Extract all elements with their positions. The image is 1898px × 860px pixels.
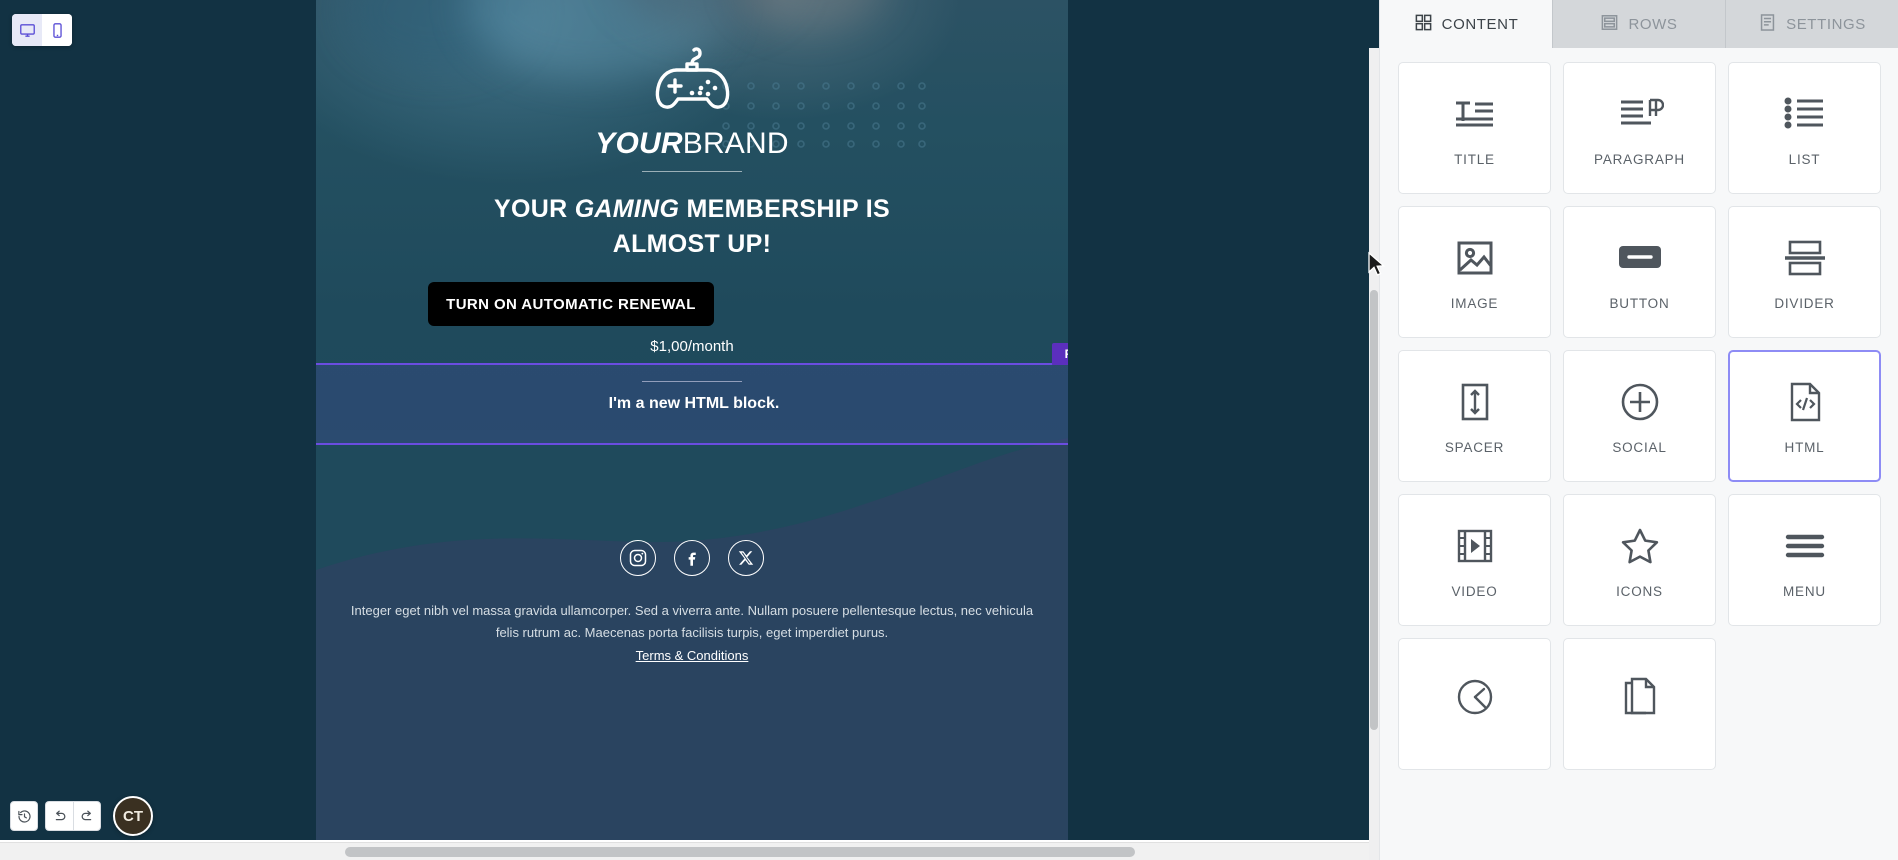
content-blocks-scroll-area: TITLE PARAGRAPH LIST IMAGE BUTTON DIVIDE… [1380, 48, 1898, 860]
rows-layout-icon [1600, 13, 1619, 36]
block-label: HTML [1784, 439, 1825, 455]
pages-stack-icon [1620, 673, 1660, 721]
gauge-meter-icon [1454, 673, 1496, 721]
block-card-video[interactable]: VIDEO [1398, 494, 1551, 626]
horizontal-scroll-thumb[interactable] [345, 847, 1135, 857]
button-icon [1616, 234, 1664, 282]
block-label: DIVIDER [1774, 295, 1835, 311]
block-label: TITLE [1454, 151, 1495, 167]
editor-side-panel: CONTENT ROWS SETTINGS TITLE PARAGRAPH LI… [1379, 0, 1898, 860]
x-twitter-icon[interactable] [728, 540, 764, 576]
block-label: BUTTON [1609, 295, 1670, 311]
social-plus-icon [1619, 378, 1661, 426]
panel-scroll-thumb[interactable] [1370, 290, 1378, 730]
email-headline[interactable]: YOUR GAMING MEMBERSHIP IS ALMOST UP! [392, 192, 992, 262]
block-label: VIDEO [1451, 583, 1498, 599]
desktop-view-button[interactable] [12, 14, 42, 46]
history-clock-icon[interactable] [10, 801, 38, 831]
block-card-icons[interactable]: ICONS [1563, 494, 1716, 626]
headline-part-1: YOUR [494, 195, 575, 223]
brand-name-light: BRAND [682, 127, 789, 160]
block-card-pages[interactable] [1563, 638, 1716, 770]
block-label: SOCIAL [1612, 439, 1667, 455]
paragraph-icon [1616, 90, 1664, 138]
selected-html-row[interactable]: Row I'm a new HTML block. [316, 343, 1068, 445]
brand-name-bold: YOUR [595, 127, 683, 160]
html-block-text[interactable]: I'm a new HTML block. [394, 395, 994, 413]
facebook-icon[interactable] [674, 540, 710, 576]
price-text: $1,00/month [650, 338, 734, 355]
spacer-icon [1457, 378, 1493, 426]
content-blocks-grid: TITLE PARAGRAPH LIST IMAGE BUTTON DIVIDE… [1398, 62, 1881, 770]
block-card-spacer[interactable]: SPACER [1398, 350, 1551, 482]
email-footer-section: Integer eget nibh vel massa gravida ulla… [316, 430, 1068, 840]
html-row-content: I'm a new HTML block. [318, 365, 1068, 443]
email-body: YOURBRAND YOUR GAMING MEMBERSHIP IS ALMO… [316, 0, 1068, 840]
block-card-paragraph[interactable]: PARAGRAPH [1563, 62, 1716, 194]
footer-legal-text: Integer eget nibh vel massa gravida ulla… [350, 603, 1034, 640]
tab-settings[interactable]: SETTINGS [1726, 0, 1898, 48]
block-card-image[interactable]: IMAGE [1398, 206, 1551, 338]
image-icon [1454, 234, 1496, 282]
block-label: MENU [1783, 583, 1826, 599]
headline-part-2: MEMBERSHIP IS [679, 195, 890, 223]
editor-bottom-toolbar: CT [10, 796, 153, 836]
block-label: PARAGRAPH [1594, 151, 1685, 167]
block-card-social[interactable]: SOCIAL [1563, 350, 1716, 482]
tab-settings-label: SETTINGS [1786, 15, 1866, 33]
device-preview-toggle [12, 14, 72, 46]
tab-content[interactable]: CONTENT [1380, 0, 1553, 48]
terms-and-conditions-link[interactable]: Terms & Conditions [316, 648, 1068, 663]
tab-rows-label: ROWS [1628, 15, 1678, 33]
grid-blocks-icon [1414, 13, 1433, 36]
headline-italic-word: GAMING [574, 195, 680, 223]
block-card-list[interactable]: LIST [1728, 62, 1881, 194]
html-code-icon [1785, 378, 1825, 426]
brand-logo-block: YOURBRAND [316, 46, 1068, 159]
mobile-view-button[interactable] [42, 14, 72, 46]
panel-tab-bar: CONTENT ROWS SETTINGS [1380, 0, 1898, 48]
instagram-icon[interactable] [620, 540, 656, 576]
divider-icon [1783, 234, 1827, 282]
block-label: SPACER [1444, 439, 1505, 455]
block-card-divider[interactable]: DIVIDER [1728, 206, 1881, 338]
bullet-list-icon [1783, 90, 1827, 138]
block-card-button[interactable]: BUTTON [1563, 206, 1716, 338]
block-label: LIST [1788, 151, 1821, 167]
block-card-menu[interactable]: MENU [1728, 494, 1881, 626]
video-film-icon [1454, 522, 1496, 570]
email-canvas-area: YOURBRAND YOUR GAMING MEMBERSHIP IS ALMO… [0, 0, 1379, 860]
redo-arrow-icon[interactable] [73, 801, 101, 831]
user-avatar[interactable]: CT [113, 796, 153, 836]
document-settings-icon [1758, 13, 1777, 36]
hero-decor-blob [736, 0, 886, 30]
hamburger-menu-icon [1784, 522, 1826, 570]
social-icons-row [316, 540, 1068, 576]
horizontal-scrollbar[interactable] [0, 842, 1379, 860]
divider-line-top [642, 171, 742, 172]
cta-renewal-button[interactable]: TURN ON AUTOMATIC RENEWAL [428, 282, 714, 326]
block-label: ICONS [1616, 583, 1663, 599]
title-text-icon [1451, 90, 1499, 138]
block-card-html[interactable]: HTML [1728, 350, 1881, 482]
block-card-gauge[interactable] [1398, 638, 1551, 770]
headline-line-2: ALMOST UP! [612, 230, 772, 258]
block-label: IMAGE [1450, 295, 1499, 311]
undo-arrow-icon[interactable] [45, 801, 73, 831]
tab-rows[interactable]: ROWS [1553, 0, 1726, 48]
star-icon [1619, 522, 1661, 570]
brand-name: YOURBRAND [316, 129, 1068, 159]
tab-content-label: CONTENT [1441, 15, 1519, 33]
block-card-title[interactable]: TITLE [1398, 62, 1551, 194]
gamepad-icon [655, 47, 730, 109]
row-badge[interactable]: Row [1051, 343, 1068, 365]
